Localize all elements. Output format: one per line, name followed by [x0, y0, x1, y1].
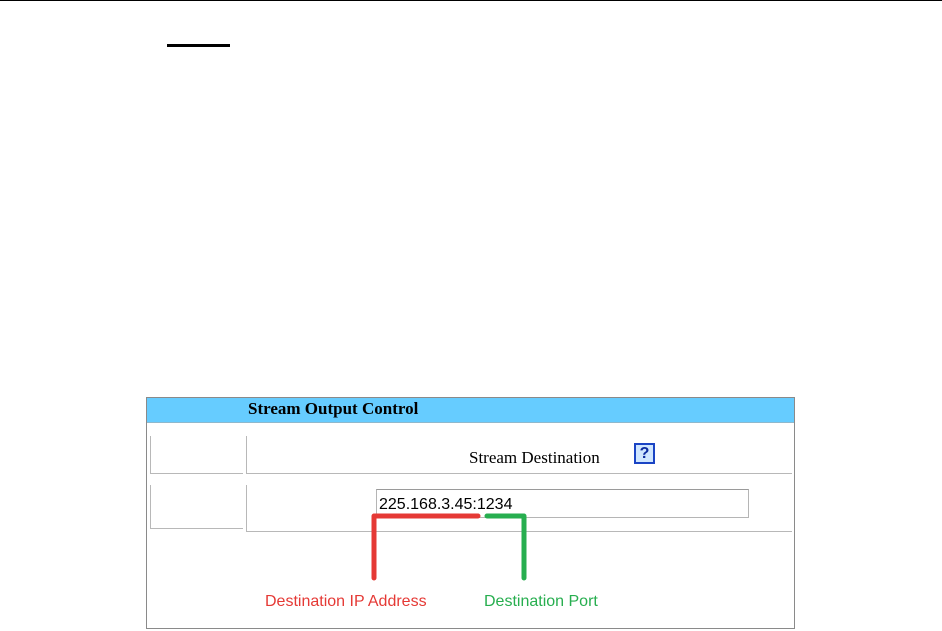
stream-destination-label: Stream Destination: [469, 448, 600, 467]
destination-ip-address-label: Destination IP Address: [265, 593, 427, 610]
stream-output-control-panel: Stream Output Control Stream Destination…: [146, 397, 795, 629]
row-2-left-cell: [150, 485, 243, 529]
top-divider: [0, 0, 942, 1]
panel-header: Stream Output Control: [147, 398, 794, 423]
stream-destination-input[interactable]: [376, 489, 749, 518]
underline-mark: [167, 44, 230, 47]
destination-port-label: Destination Port: [484, 593, 598, 610]
help-icon[interactable]: ?: [634, 443, 655, 464]
panel-title: Stream Output Control: [248, 399, 419, 418]
row-1-left-cell: [150, 436, 243, 474]
